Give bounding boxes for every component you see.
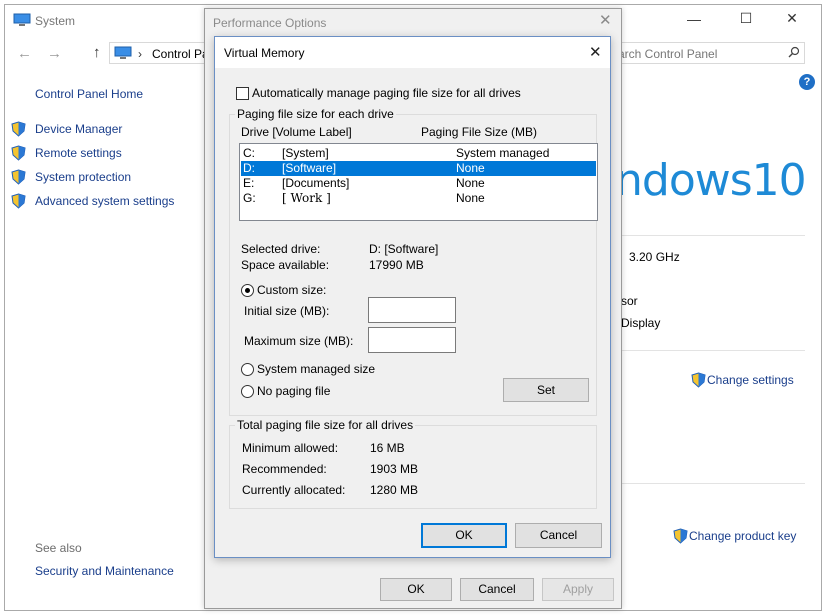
divider <box>611 350 805 351</box>
custom-size-radio[interactable] <box>241 284 254 297</box>
change-product-key-label: Change product key <box>689 529 797 543</box>
drive-list[interactable]: C: [System] System managed D: [Software]… <box>239 143 598 221</box>
see-also-heading: See also <box>35 541 82 555</box>
system-window-title: System <box>35 14 76 28</box>
no-paging-radio[interactable] <box>241 385 254 398</box>
system-app-icon <box>13 13 31 27</box>
system-managed-label[interactable]: System managed size <box>257 362 375 376</box>
initial-size-label: Initial size (MB): <box>244 304 330 318</box>
column-drive-header: Drive [Volume Label] <box>241 125 352 139</box>
cpu-speed: 3.20 GHz <box>629 250 680 264</box>
drive-letter: C: <box>243 146 255 160</box>
computer-icon <box>114 46 132 63</box>
up-arrow-icon[interactable]: ↑ <box>93 44 101 61</box>
shield-icon <box>11 121 26 137</box>
drive-row-selected[interactable]: D: [Software] None <box>241 161 596 176</box>
change-settings-label: Change settings <box>707 373 794 387</box>
shield-icon <box>691 372 706 388</box>
sidebar-link-label: Remote settings <box>35 146 122 160</box>
drive-label: [Documents] <box>282 176 350 190</box>
address-chevron: › <box>138 47 142 61</box>
perf-ok-button[interactable]: OK <box>380 578 452 601</box>
drive-label: [System] <box>282 146 329 160</box>
divider <box>611 235 805 236</box>
virtual-memory-dialog: Virtual Memory ✕ Automatically manage pa… <box>214 36 611 558</box>
recommended-label: Recommended: <box>242 462 327 476</box>
drive-label: [ Work ] <box>282 191 331 205</box>
maximum-size-input[interactable] <box>368 327 456 353</box>
divider <box>611 483 805 484</box>
maximum-size-label: Maximum size (MB): <box>244 334 354 348</box>
drive-size: None <box>456 176 485 190</box>
drive-row[interactable]: G: [ Work ] None <box>241 191 596 206</box>
currently-allocated-label: Currently allocated: <box>242 483 346 497</box>
search-icon <box>788 46 800 61</box>
display-text: Display <box>621 316 661 330</box>
control-panel-home-link[interactable]: Control Panel Home <box>35 87 143 101</box>
custom-size-label[interactable]: Custom size: <box>257 283 326 297</box>
shield-icon <box>673 528 688 544</box>
close-button[interactable]: ✕ <box>777 10 807 27</box>
minimize-button[interactable]: — <box>679 11 709 27</box>
performance-options-title: Performance Options <box>213 16 327 30</box>
set-button[interactable]: Set <box>503 378 589 402</box>
drive-letter: G: <box>243 191 256 205</box>
sidebar-link-label: System protection <box>35 170 132 184</box>
help-icon[interactable]: ? <box>799 74 815 90</box>
no-paging-label[interactable]: No paging file <box>257 384 330 398</box>
system-managed-radio[interactable] <box>241 363 254 376</box>
selected-drive-value: D: [Software] <box>369 242 439 256</box>
totals-group-title: Total paging file size for all drives <box>235 418 416 432</box>
vm-cancel-button[interactable]: Cancel <box>515 523 602 548</box>
perf-cancel-button[interactable]: Cancel <box>460 578 534 601</box>
currently-allocated-value: 1280 MB <box>370 483 419 497</box>
sidebar-link-label: Device Manager <box>35 122 123 136</box>
vm-title-bar: Virtual Memory ✕ <box>215 37 610 68</box>
shield-icon <box>11 193 26 209</box>
drive-letter: D: <box>243 161 255 175</box>
drive-letter: E: <box>243 176 255 190</box>
search-placeholder: arch Control Panel <box>618 47 718 61</box>
minimum-allowed-label: Minimum allowed: <box>242 441 339 455</box>
recommended-value: 1903 MB <box>370 462 419 476</box>
drive-label: [Software] <box>282 161 337 175</box>
vm-title: Virtual Memory <box>224 46 305 60</box>
maximize-button[interactable]: ☐ <box>731 10 761 27</box>
close-icon[interactable]: ✕ <box>599 11 612 29</box>
selected-drive-label: Selected drive: <box>241 242 321 256</box>
back-arrow-icon[interactable]: ← <box>17 45 32 62</box>
address-text: Control Pa <box>152 47 209 61</box>
shield-icon <box>11 145 26 161</box>
close-icon[interactable]: ✕ <box>589 43 602 61</box>
auto-manage-checkbox[interactable] <box>236 87 249 100</box>
auto-manage-label[interactable]: Automatically manage paging file size fo… <box>252 86 521 100</box>
search-input[interactable]: arch Control Panel <box>613 42 805 64</box>
shield-icon <box>11 169 26 185</box>
paging-group-title: Paging file size for each drive <box>235 107 396 121</box>
space-available-label: Space available: <box>241 258 330 272</box>
drive-row[interactable]: C: [System] System managed <box>241 146 596 161</box>
sidebar-link-label: Advanced system settings <box>35 194 175 208</box>
drive-size: System managed <box>456 146 550 160</box>
drive-row[interactable]: E: [Documents] None <box>241 176 596 191</box>
column-size-header: Paging File Size (MB) <box>421 125 538 139</box>
space-available-value: 17990 MB <box>369 258 424 272</box>
forward-arrow-icon[interactable]: → <box>47 45 62 62</box>
security-maintenance-link[interactable]: Security and Maintenance <box>35 564 174 578</box>
processor-text: sor <box>621 294 638 308</box>
vm-ok-button[interactable]: OK <box>421 523 507 548</box>
windows-brand: ndows10 <box>615 155 807 206</box>
drive-size: None <box>456 191 485 205</box>
drive-size: None <box>456 161 485 175</box>
minimum-allowed-value: 16 MB <box>370 441 405 455</box>
initial-size-input[interactable] <box>368 297 456 323</box>
perf-apply-button[interactable]: Apply <box>542 578 614 601</box>
